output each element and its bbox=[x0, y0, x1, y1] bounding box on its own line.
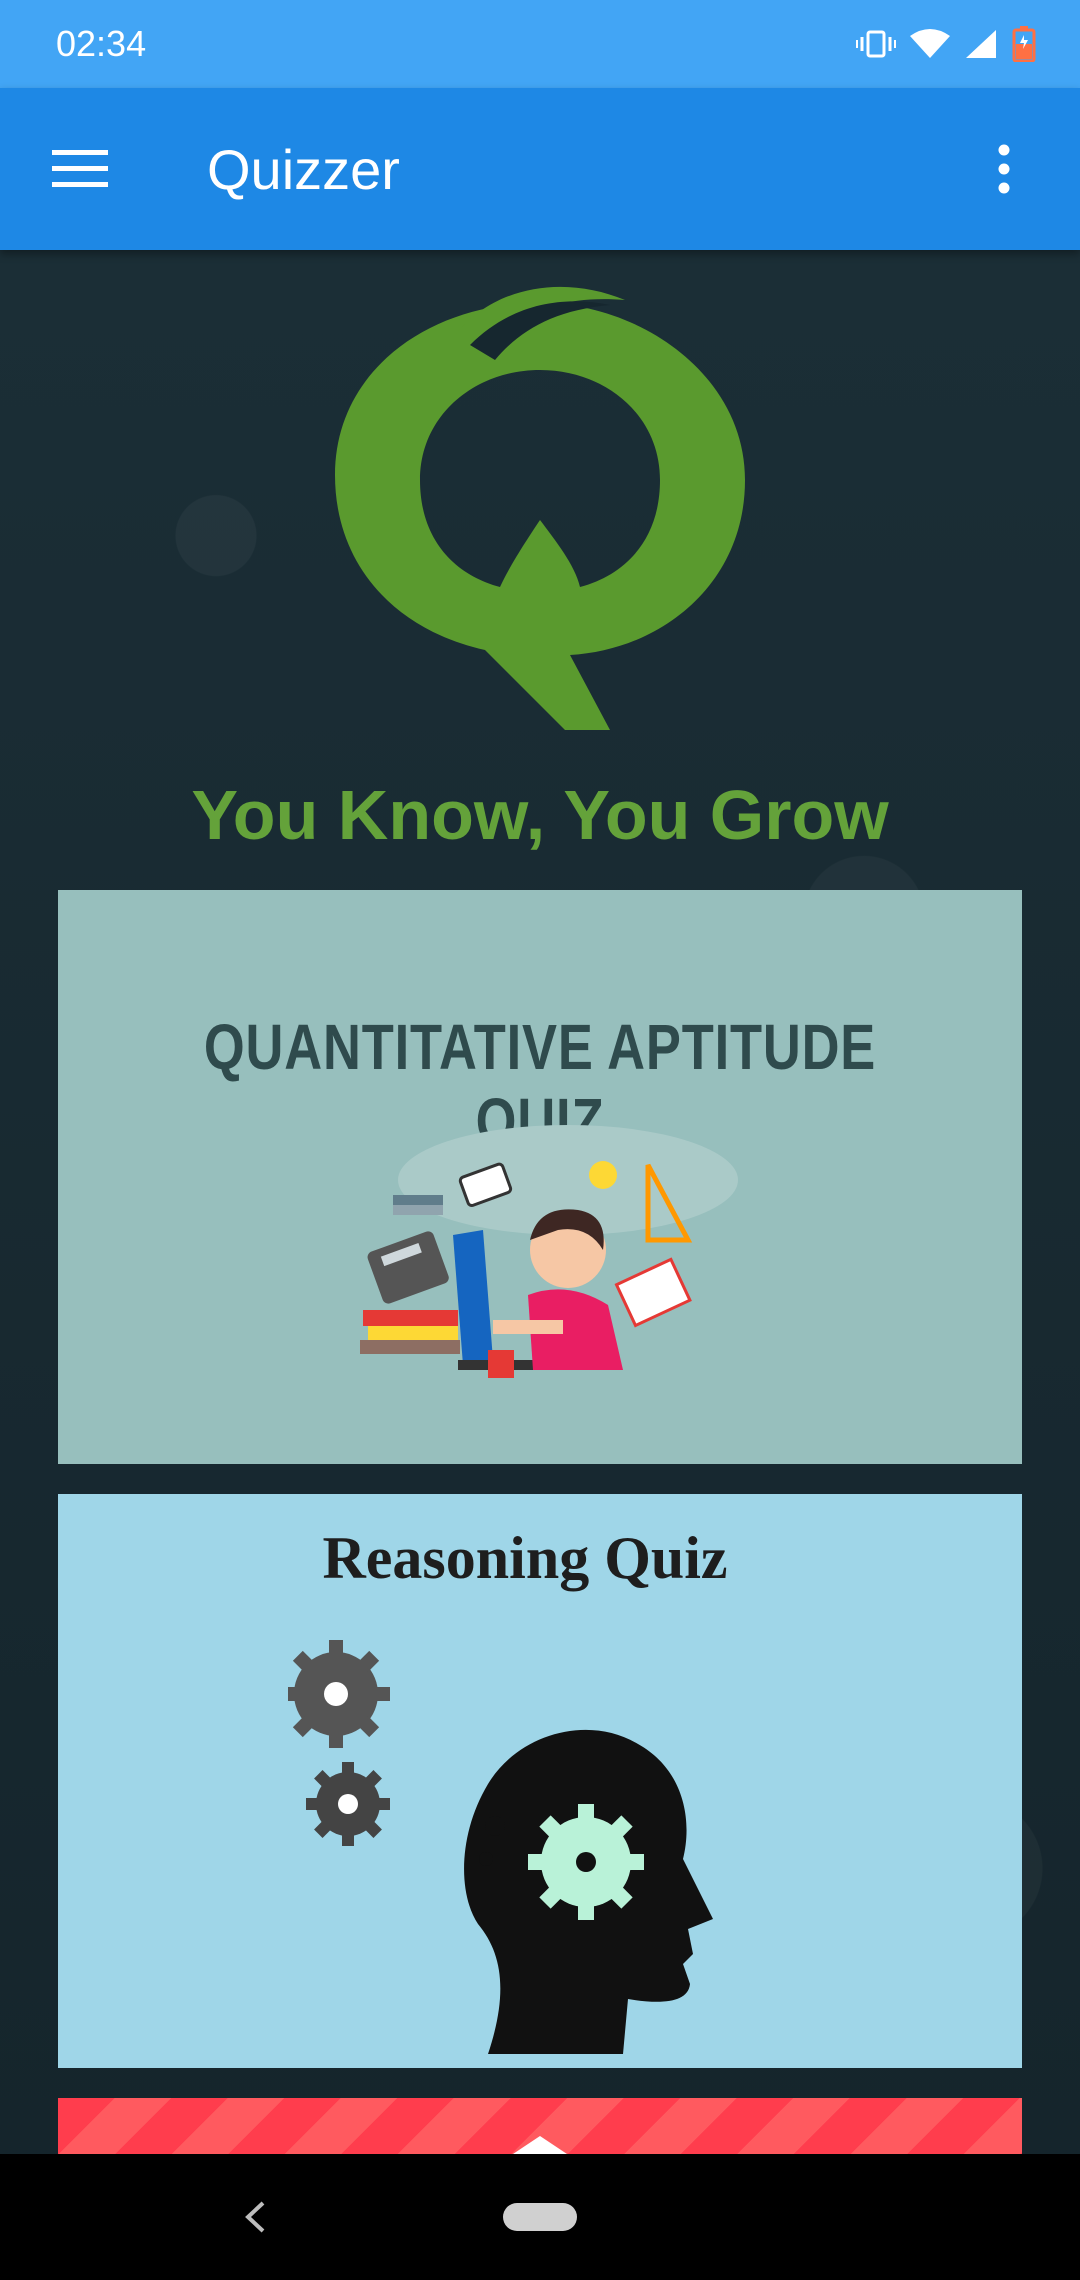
tagline: You Know, You Grow bbox=[191, 776, 889, 854]
status-icons bbox=[856, 26, 1036, 62]
reasoning-quiz-title: Reasoning Quiz bbox=[322, 1525, 728, 1591]
hamburger-menu-icon bbox=[52, 150, 108, 187]
head-gears-illustration bbox=[288, 1640, 713, 2054]
reasoning-quiz-card[interactable]: Reasoning Quiz bbox=[58, 1494, 1022, 2068]
more-vert-icon bbox=[998, 144, 1010, 194]
signal-icon bbox=[966, 30, 996, 58]
home-pill-icon[interactable] bbox=[503, 2203, 577, 2231]
menu-button[interactable] bbox=[25, 114, 135, 224]
app-title: Quizzer bbox=[207, 137, 400, 201]
navigation-bar bbox=[0, 2154, 1080, 2280]
quantitative-aptitude-quiz-card[interactable]: QUANTITATIVE APTITUDE QUIZ bbox=[58, 890, 1022, 1464]
student-studying-illustration bbox=[360, 1125, 738, 1378]
back-icon bbox=[245, 2201, 265, 2233]
home-content: You Know, You Grow QUANTITATIVE APTITUDE… bbox=[0, 250, 1080, 2154]
battery-icon bbox=[1012, 26, 1036, 62]
wifi-icon bbox=[910, 29, 950, 58]
quizzer-logo bbox=[335, 286, 745, 730]
back-button[interactable] bbox=[225, 2190, 285, 2244]
overflow-menu-button[interactable] bbox=[964, 114, 1044, 224]
status-bar: 02:34 bbox=[0, 0, 1080, 88]
card-peek-shape bbox=[513, 2136, 567, 2154]
vibrate-icon bbox=[856, 30, 896, 58]
app-bar: Quizzer bbox=[0, 88, 1080, 250]
third-quiz-card[interactable] bbox=[58, 2098, 1022, 2154]
status-time: 02:34 bbox=[56, 23, 147, 64]
